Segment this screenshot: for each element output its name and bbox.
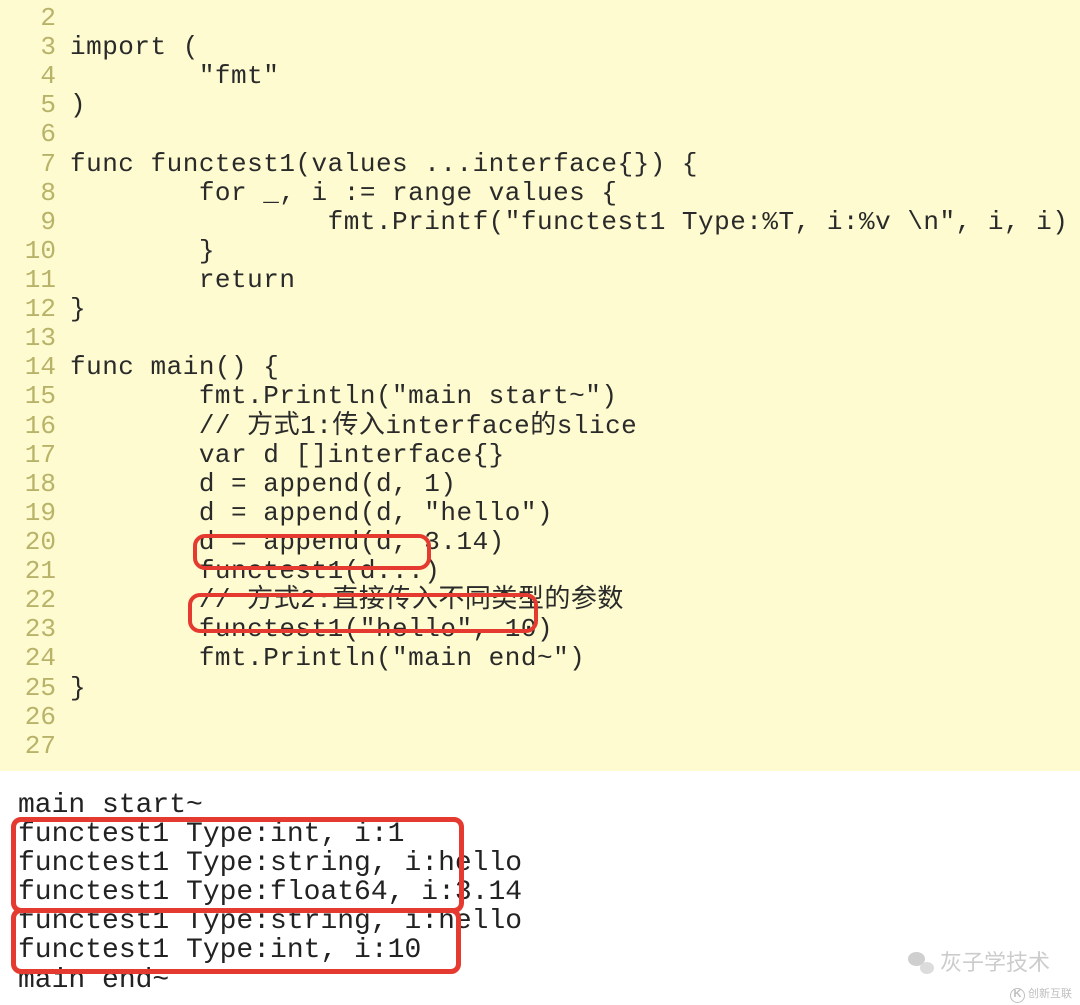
code-line: 27 (0, 732, 1080, 761)
line-number: 26 (0, 703, 70, 732)
code-text: } (70, 295, 86, 324)
line-number: 7 (0, 150, 70, 179)
line-number: 10 (0, 237, 70, 266)
code-line: 24 fmt.Println("main end~") (0, 644, 1080, 673)
code-line: 7func functest1(values ...interface{}) { (0, 150, 1080, 179)
brand-logo: K 创新互联 (1010, 988, 1072, 1003)
code-text: // 方式1:传入interface的slice (70, 412, 637, 441)
code-line: 11 return (0, 266, 1080, 295)
output-line: functest1 Type:int, i:10 (18, 936, 1062, 965)
line-number: 5 (0, 91, 70, 120)
code-text: func functest1(values ...interface{}) { (70, 150, 698, 179)
line-number: 12 (0, 295, 70, 324)
line-number: 13 (0, 324, 70, 353)
code-editor: 23import (4 "fmt"5)67func functest1(valu… (0, 0, 1080, 771)
line-number: 19 (0, 499, 70, 528)
code-line: 13 (0, 324, 1080, 353)
output-line: functest1 Type:string, i:hello (18, 849, 1062, 878)
code-line: 14func main() { (0, 353, 1080, 382)
code-line: 20 d = append(d, 3.14) (0, 528, 1080, 557)
code-text: } (70, 674, 86, 703)
line-number: 22 (0, 586, 70, 615)
code-line: 10 } (0, 237, 1080, 266)
code-text: functest1("hello", 10) (70, 615, 553, 644)
code-line: 18 d = append(d, 1) (0, 470, 1080, 499)
output-line: functest1 Type:string, i:hello (18, 907, 1062, 936)
code-text: func main() { (70, 353, 279, 382)
code-line: 19 d = append(d, "hello") (0, 499, 1080, 528)
output-panel: main start~functest1 Type:int, i:1functe… (0, 771, 1080, 1005)
line-number: 15 (0, 382, 70, 411)
code-line: 15 fmt.Println("main start~") (0, 382, 1080, 411)
code-text: d = append(d, 3.14) (70, 528, 505, 557)
code-line: 23 functest1("hello", 10) (0, 615, 1080, 644)
output-line: functest1 Type:float64, i:3.14 (18, 878, 1062, 907)
code-text: d = append(d, 1) (70, 470, 456, 499)
brand-logo-text: 创新互联 (1028, 989, 1072, 1000)
code-line: 22 // 方式2:直接传入不同类型的参数 (0, 586, 1080, 615)
code-text: functest1(d...) (70, 557, 440, 586)
code-text: "fmt" (70, 62, 279, 91)
code-text: fmt.Println("main end~") (70, 644, 585, 673)
code-line: 2 (0, 4, 1080, 33)
code-line: 16 // 方式1:传入interface的slice (0, 412, 1080, 441)
code-text: d = append(d, "hello") (70, 499, 553, 528)
code-text: fmt.Println("main start~") (70, 382, 618, 411)
line-number: 17 (0, 441, 70, 470)
line-number: 14 (0, 353, 70, 382)
output-line: main start~ (18, 791, 1062, 820)
code-text: return (70, 266, 295, 295)
line-number: 25 (0, 674, 70, 703)
line-number: 8 (0, 179, 70, 208)
output-line: main end~ (18, 966, 1062, 995)
line-number: 9 (0, 208, 70, 237)
code-text: var d []interface{} (70, 441, 505, 470)
code-line: 6 (0, 120, 1080, 149)
line-number: 21 (0, 557, 70, 586)
code-line: 4 "fmt" (0, 62, 1080, 91)
line-number: 24 (0, 644, 70, 673)
code-line: 21 functest1(d...) (0, 557, 1080, 586)
watermark-text: 灰子学技术 (940, 952, 1050, 975)
output-line: functest1 Type:int, i:1 (18, 820, 1062, 849)
code-line: 5) (0, 91, 1080, 120)
code-text: import ( (70, 33, 199, 62)
code-line: 26 (0, 703, 1080, 732)
brand-logo-icon: K (1010, 988, 1025, 1003)
code-line: 8 for _, i := range values { (0, 179, 1080, 208)
line-number: 20 (0, 528, 70, 557)
wechat-icon (908, 952, 934, 974)
line-number: 6 (0, 120, 70, 149)
line-number: 18 (0, 470, 70, 499)
line-number: 16 (0, 412, 70, 441)
line-number: 4 (0, 62, 70, 91)
line-number: 3 (0, 33, 70, 62)
line-number: 2 (0, 4, 70, 33)
watermark: 灰子学技术 (908, 952, 1050, 975)
line-number: 11 (0, 266, 70, 295)
code-line: 9 fmt.Printf("functest1 Type:%T, i:%v \n… (0, 208, 1080, 237)
code-line: 3import ( (0, 33, 1080, 62)
code-text: ) (70, 91, 86, 120)
code-text: fmt.Printf("functest1 Type:%T, i:%v \n",… (70, 208, 1068, 237)
line-number: 27 (0, 732, 70, 761)
code-text: } (70, 237, 215, 266)
code-line: 12} (0, 295, 1080, 324)
code-line: 17 var d []interface{} (0, 441, 1080, 470)
code-text: for _, i := range values { (70, 179, 618, 208)
code-text: // 方式2:直接传入不同类型的参数 (70, 586, 624, 615)
line-number: 23 (0, 615, 70, 644)
code-line: 25} (0, 674, 1080, 703)
